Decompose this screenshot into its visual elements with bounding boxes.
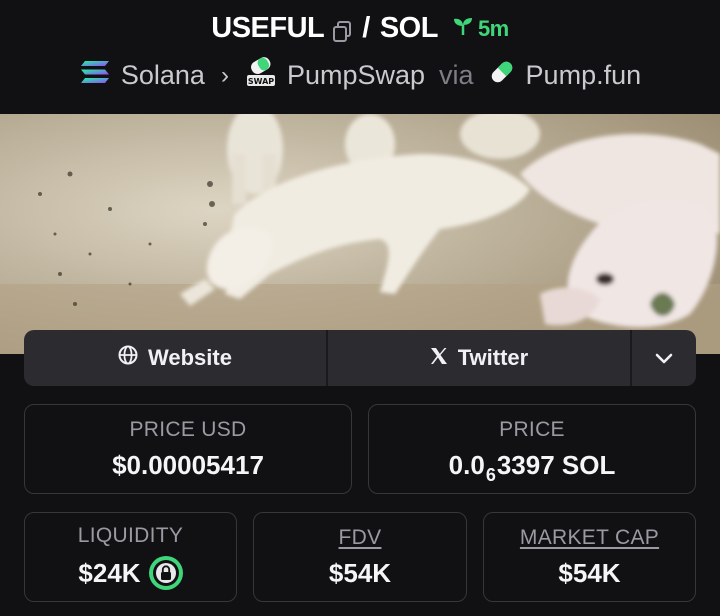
sprout-icon [452,15,474,43]
price-usd-label: PRICE USD [129,417,247,441]
market-cap-label[interactable]: MARKET CAP [520,526,659,550]
pair-header: USEFUL / SOL 5m Solana › SWAP PumpSwap v… [0,0,720,114]
website-label: Website [148,345,232,370]
pair-separator: / [362,12,370,44]
social-links-bar: Website Twitter [24,330,696,386]
price-suffix: 3397 SOL [496,449,616,480]
token-symbol: USEFUL [211,12,325,44]
pill-icon [488,58,516,93]
fdv-card: FDV $54K [253,512,467,602]
price-native-value: 0.0 6 3397 SOL [448,449,616,485]
liquidity-card: LIQUIDITY $24K [24,512,237,602]
price-usd-card: PRICE USD $0.00005417 [24,404,352,494]
via-label: via [439,60,474,90]
liquidity-label: LIQUIDITY [77,524,184,547]
price-native-label: PRICE [499,417,565,441]
copy-icon[interactable] [332,18,352,42]
twitter-label: Twitter [457,345,529,370]
pair-source-row: Solana › SWAP PumpSwap via Pump.fun [0,56,720,95]
pair-age-badge: 5m [452,15,509,43]
price-zero-count: 6 [485,464,496,485]
price-native-card: PRICE 0.0 6 3397 SOL [368,404,696,494]
chain-link[interactable]: Solana [121,60,205,91]
price-prefix: 0.0 [448,449,485,480]
launchpad-link[interactable]: Pump.fun [526,60,642,91]
liquidity-value-row: $24K [78,556,183,590]
solana-icon [79,59,111,92]
pair-age: 5m [477,15,509,41]
pumpswap-icon: SWAP [245,56,277,95]
market-cap-value: $54K [558,557,621,588]
globe-icon [118,345,138,371]
x-icon [430,345,448,371]
dex-link[interactable]: PumpSwap [287,60,425,91]
chevron-right-icon: › [220,61,229,89]
chevron-down-icon [655,345,673,371]
lock-icon[interactable] [148,556,183,590]
twitter-button[interactable]: Twitter [328,330,632,386]
fdv-value: $54K [328,557,392,588]
price-usd-value: $0.00005417 [112,449,264,480]
liquidity-value: $24K [78,557,141,588]
quote-symbol: SOL [379,12,439,44]
more-links-button[interactable] [632,330,696,386]
svg-text:SWAP: SWAP [248,77,274,86]
website-button[interactable]: Website [24,330,328,386]
pair-title: USEFUL / SOL 5m [0,12,720,45]
market-cap-card: MARKET CAP $54K [483,512,696,602]
token-banner-image [0,114,720,354]
fdv-label[interactable]: FDV [339,526,382,550]
